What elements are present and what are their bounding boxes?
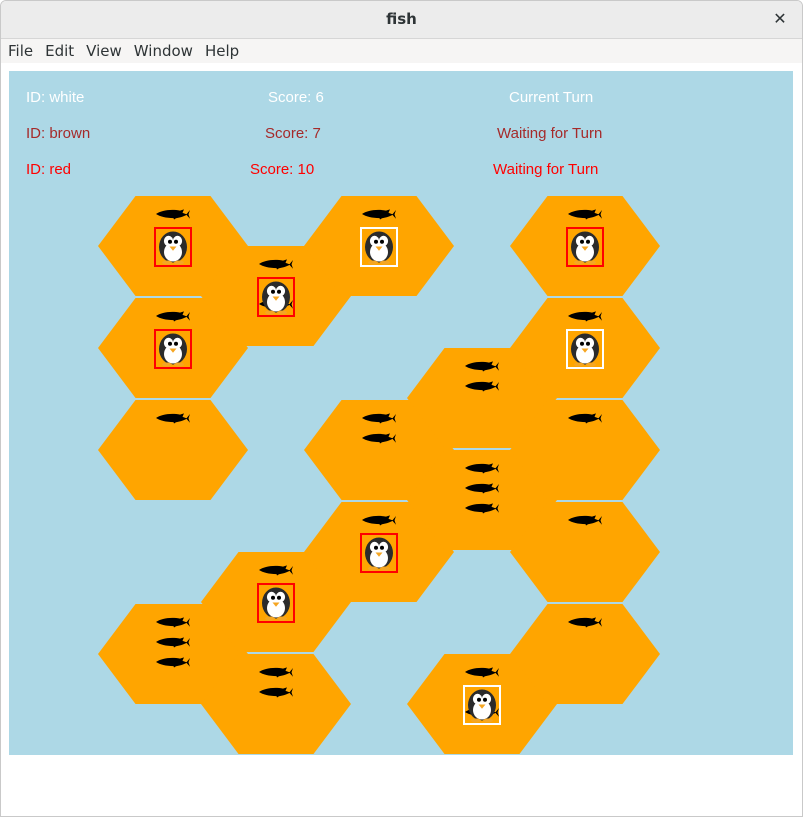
hex-grid (98, 196, 660, 754)
menu-edit[interactable]: Edit (39, 39, 80, 63)
menu-window[interactable]: Window (128, 39, 199, 63)
menu-bar: File Edit View Window Help (1, 39, 802, 63)
app-window: fish ✕ File Edit View Window Help ID: wh… (0, 0, 803, 817)
title-bar[interactable]: fish ✕ (1, 1, 802, 39)
menu-view[interactable]: View (80, 39, 128, 63)
hex-tile[interactable] (98, 400, 248, 500)
game-board: ID: white Score: 6 Current Turn ID: brow… (9, 71, 793, 755)
menu-file[interactable]: File (1, 39, 39, 63)
close-icon[interactable]: ✕ (770, 9, 790, 29)
hex-tile[interactable] (510, 196, 660, 296)
window-title: fish (386, 10, 417, 28)
menu-help[interactable]: Help (199, 39, 245, 63)
